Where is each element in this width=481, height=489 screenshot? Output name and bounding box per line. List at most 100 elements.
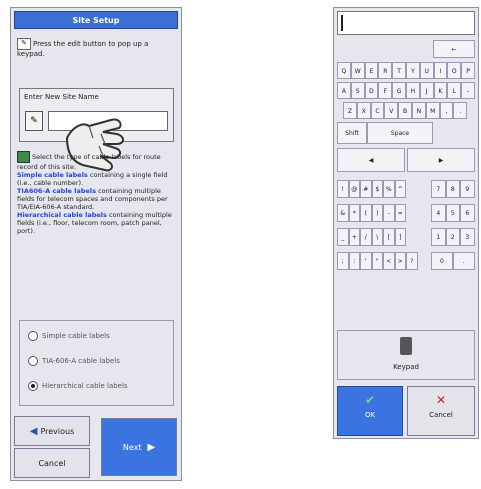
symbol-key[interactable]: *: [348, 204, 360, 222]
key-a[interactable]: A: [337, 82, 351, 99]
keypad-button[interactable]: Keypad: [337, 330, 475, 380]
number-key[interactable]: 7: [431, 180, 446, 198]
symbol-key[interactable]: ?: [406, 252, 418, 270]
key-d[interactable]: D: [364, 82, 379, 99]
option-simple[interactable]: Simple cable labels: [28, 331, 110, 341]
radio-simple[interactable]: [28, 331, 38, 341]
key-s[interactable]: S: [350, 82, 365, 99]
number-key[interactable]: 8: [445, 180, 460, 198]
key-h[interactable]: H: [406, 82, 420, 99]
key-row3-0[interactable]: Z: [343, 102, 357, 119]
key-u[interactable]: U: [419, 62, 434, 79]
symbol-key[interactable]: %: [383, 180, 395, 198]
previous-button[interactable]: ◀ Previous: [14, 416, 90, 446]
key-f[interactable]: F: [378, 82, 393, 99]
number-key[interactable]: 5: [445, 204, 460, 222]
symbol-key[interactable]: /: [360, 228, 372, 246]
option-hierarchical[interactable]: Hierarchical cable labels: [28, 381, 128, 391]
key-y[interactable]: Y: [406, 62, 420, 79]
key-row3-6[interactable]: M: [425, 102, 440, 119]
symbol-key[interactable]: =: [394, 204, 406, 222]
symbol-key[interactable]: &: [337, 204, 349, 222]
key-k[interactable]: K: [433, 82, 448, 99]
number-key[interactable]: 0: [431, 252, 453, 270]
key-q[interactable]: Q: [337, 62, 351, 79]
key-l[interactable]: L: [447, 82, 462, 99]
key-p[interactable]: P: [461, 62, 475, 79]
symbol-key[interactable]: $: [371, 180, 383, 198]
option-simple-label: Simple cable labels: [42, 332, 110, 340]
key-row3-3[interactable]: V: [384, 102, 399, 119]
key-hyphen[interactable]: -: [461, 82, 475, 99]
shift-key[interactable]: Shift: [337, 122, 367, 144]
next-button[interactable]: Next ▶: [101, 418, 177, 476]
symbol-key[interactable]: ): [371, 204, 383, 222]
number-key[interactable]: 2: [445, 228, 460, 246]
option-hier-label: Hierarchical cable labels: [42, 382, 128, 390]
key-row3-2[interactable]: C: [370, 102, 385, 119]
backspace-key[interactable]: ←: [433, 40, 475, 58]
previous-label: Previous: [40, 427, 75, 436]
symbol-key[interactable]: (: [360, 204, 372, 222]
next-arrow-icon: ▶: [147, 442, 156, 453]
ok-button[interactable]: ✔ OK: [337, 386, 403, 436]
symbol-key[interactable]: #: [360, 180, 372, 198]
symbol-key[interactable]: ]: [394, 228, 406, 246]
space-key[interactable]: Space: [367, 122, 433, 144]
key-e[interactable]: E: [364, 62, 379, 79]
edit-pencil-icon: ✎: [17, 38, 31, 50]
ok-label: OK: [364, 411, 376, 419]
symbol-key[interactable]: _: [337, 228, 349, 246]
key-row3-7[interactable]: ,: [439, 102, 454, 119]
number-key[interactable]: 3: [460, 228, 475, 246]
right-arrow-key[interactable]: ▶: [407, 148, 475, 172]
key-row3-8[interactable]: .: [453, 102, 468, 119]
symbol-key[interactable]: >: [394, 252, 406, 270]
keyboard-panel: ← Q W E R T Y U I O P A S D F G H J K L - Z X C V B N M,. Shift Space…: [333, 7, 479, 439]
option-tia[interactable]: TIA-606-A cable labels: [28, 356, 120, 366]
symbol-key[interactable]: <: [383, 252, 395, 270]
previous-arrow-icon: ◀: [29, 426, 38, 437]
key-i[interactable]: I: [433, 62, 448, 79]
key-row3-5[interactable]: N: [412, 102, 426, 119]
tia-label-link: TIA606-A cable labels: [17, 187, 97, 195]
edit-button[interactable]: ✎: [25, 111, 43, 131]
left-arrow-key[interactable]: ◀: [337, 148, 405, 172]
radio-hierarchical[interactable]: [28, 381, 38, 391]
number-key[interactable]: 1: [431, 228, 446, 246]
symbol-key[interactable]: ': [360, 252, 372, 270]
number-key[interactable]: .: [452, 252, 475, 270]
number-key[interactable]: 4: [431, 204, 446, 222]
symbol-key[interactable]: +: [348, 228, 360, 246]
key-r[interactable]: R: [378, 62, 393, 79]
number-key[interactable]: 9: [460, 180, 475, 198]
symbol-key[interactable]: !: [337, 180, 349, 198]
symbol-key[interactable]: -: [383, 204, 395, 222]
keyboard-input-field[interactable]: [337, 11, 475, 35]
hier-label-link: Hierarchical cable labels: [17, 211, 107, 219]
key-row3-1[interactable]: X: [356, 102, 371, 119]
close-icon: ✕: [435, 393, 447, 407]
cancel-button[interactable]: Cancel: [14, 448, 90, 478]
symbol-key[interactable]: ^: [394, 180, 406, 198]
key-row3-4[interactable]: B: [398, 102, 412, 119]
instruction-text: ✎ Press the edit button to pop up a keypa…: [17, 38, 177, 59]
keyboard-cancel-label: Cancel: [429, 411, 453, 419]
number-key[interactable]: 6: [460, 204, 475, 222]
key-t[interactable]: T: [392, 62, 406, 79]
key-o[interactable]: O: [447, 62, 462, 79]
symbol-key[interactable]: ;: [337, 252, 349, 270]
symbol-key[interactable]: :: [348, 252, 360, 270]
key-g[interactable]: G: [392, 82, 406, 99]
keypad-icon: [400, 337, 412, 355]
label-type-icon: [17, 151, 30, 163]
next-label: Next: [122, 443, 142, 452]
symbol-key[interactable]: \: [371, 228, 383, 246]
symbol-key[interactable]: @: [348, 180, 360, 198]
radio-tia[interactable]: [28, 356, 38, 366]
symbol-key[interactable]: ": [371, 252, 383, 270]
key-w[interactable]: W: [350, 62, 365, 79]
keyboard-cancel-button[interactable]: ✕ Cancel: [407, 386, 475, 436]
symbol-key[interactable]: [: [383, 228, 395, 246]
key-j[interactable]: J: [419, 82, 434, 99]
